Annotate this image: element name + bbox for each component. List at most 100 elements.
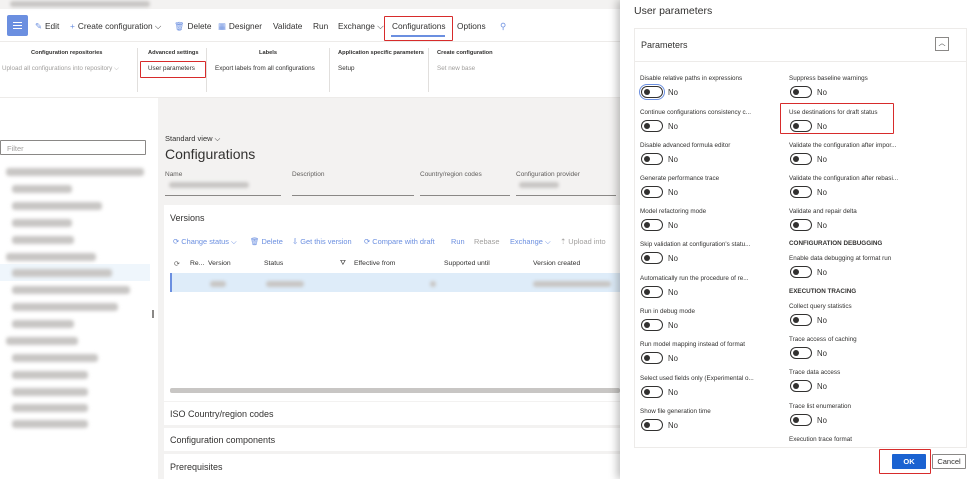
versions-header[interactable]: Versions — [170, 213, 205, 223]
tab-configurations[interactable]: Configurations — [392, 21, 446, 31]
validate-button[interactable]: Validate — [273, 21, 302, 31]
trace-access-of-caching-toggle[interactable] — [790, 347, 812, 359]
trace-data-access-toggle[interactable] — [790, 380, 812, 392]
tree-item[interactable] — [12, 404, 88, 412]
create-configuration-button[interactable]: + Create configuration ⌵ — [70, 21, 161, 32]
iso-country-region-codes-header[interactable]: ISO Country/region codes — [170, 409, 274, 419]
column-header-effective-from[interactable]: Effective from — [354, 260, 395, 267]
ribbon-group-header: Application specific parameters — [338, 50, 424, 56]
ok-button[interactable]: OK — [892, 454, 926, 469]
trace-list-enumeration-toggle[interactable] — [790, 414, 812, 426]
tree-item[interactable] — [12, 219, 72, 227]
tree-item[interactable] — [12, 202, 102, 210]
run-model-mapping-toggle[interactable] — [641, 352, 663, 364]
versions-run-button[interactable]: Run — [451, 237, 465, 246]
tree-item[interactable] — [12, 286, 130, 294]
tree-item[interactable] — [12, 185, 72, 193]
run-button[interactable]: Run — [313, 21, 328, 31]
toggle-value: No — [668, 88, 678, 97]
standard-view-selector[interactable]: Standard view ⌵ — [165, 134, 220, 144]
suppress-baseline-warnings-toggle[interactable] — [790, 86, 812, 98]
column-header-version[interactable]: Version — [208, 260, 231, 267]
show-file-generation-time-toggle[interactable] — [641, 419, 663, 431]
chevron-up-icon[interactable]: ︿ — [935, 37, 949, 51]
export-labels-button[interactable]: Export labels from all configurations — [215, 65, 315, 72]
use-destinations-for-draft-status-toggle[interactable] — [790, 120, 812, 132]
param-label: Collect query statistics — [789, 303, 852, 310]
tree-item[interactable] — [12, 354, 98, 362]
configuration-provider-underline[interactable] — [516, 195, 616, 196]
column-header-supported-until[interactable]: Supported until — [444, 260, 490, 267]
toggle-value: No — [668, 155, 678, 164]
parameters-header[interactable]: Parameters — [641, 40, 688, 50]
upload-into-button[interactable]: ⇡ Upload into — [560, 237, 606, 246]
versions-delete-button[interactable]: 🗑 Delete — [250, 237, 283, 246]
skip-validation-toggle[interactable] — [641, 252, 663, 264]
change-status-button[interactable]: ⟳ Change status ⌵ — [173, 237, 237, 247]
configuration-components-header[interactable]: Configuration components — [170, 435, 275, 445]
search-icon[interactable]: ⚲ — [500, 21, 506, 31]
country-region-codes-underline[interactable] — [420, 195, 510, 196]
filter-input[interactable]: Filter — [0, 140, 146, 155]
enable-data-debugging-toggle[interactable] — [790, 266, 812, 278]
column-header-status[interactable]: Status — [264, 260, 283, 267]
filter-column-icon[interactable]: ⛛ — [340, 260, 346, 268]
tree-item[interactable] — [12, 269, 112, 277]
continue-consistency-toggle[interactable] — [641, 120, 663, 132]
compare-with-draft-label: Compare with draft — [372, 237, 435, 246]
column-header-version-created[interactable]: Version created — [533, 260, 580, 267]
upload-all-configurations-button[interactable]: Upload all configurations into repositor… — [2, 65, 119, 73]
tree-item[interactable] — [12, 236, 74, 244]
name-field-underline[interactable] — [165, 195, 281, 196]
hamburger-menu-icon[interactable] — [7, 15, 28, 36]
disable-relative-paths-toggle[interactable] — [639, 84, 665, 100]
tab-options[interactable]: Options — [457, 21, 486, 31]
refresh-grid-icon[interactable]: ⟳ — [174, 260, 180, 268]
param-label: Suppress baseline warnings — [789, 75, 868, 82]
tree-item[interactable] — [6, 253, 96, 261]
rebase-button[interactable]: Rebase — [474, 237, 499, 246]
validate-after-rebase-toggle[interactable] — [790, 186, 812, 198]
select-used-fields-toggle[interactable] — [641, 386, 663, 398]
tree-item[interactable] — [12, 303, 118, 311]
horizontal-scrollbar[interactable] — [170, 388, 620, 393]
tree-item[interactable] — [12, 388, 88, 396]
designer-button[interactable]: ▦ Designer — [218, 21, 262, 31]
version-created-cell — [533, 281, 611, 287]
disable-advanced-formula-editor-toggle[interactable] — [641, 153, 663, 165]
setup-button[interactable]: Setup — [338, 65, 354, 72]
validate-and-repair-delta-toggle[interactable] — [790, 219, 812, 231]
prerequisites-header[interactable]: Prerequisites — [170, 462, 223, 472]
cancel-button[interactable]: Cancel — [932, 454, 966, 469]
collect-query-statistics-toggle[interactable] — [790, 314, 812, 326]
exchange-button[interactable]: Exchange ⌵ — [338, 21, 384, 32]
param-label: Validate the configuration after impor..… — [789, 142, 897, 149]
tree-item[interactable] — [6, 168, 144, 176]
param-label: Select used fields only (Experimental o.… — [640, 375, 754, 382]
tree-item[interactable] — [12, 320, 74, 328]
get-this-version-button[interactable]: ⇩ Get this version — [292, 237, 352, 246]
compare-with-draft-button[interactable]: ⟳ Compare with draft — [364, 237, 435, 246]
edit-button[interactable]: ✎ Edit — [35, 21, 59, 31]
tree-item[interactable] — [12, 420, 88, 428]
param-label: Generate performance trace — [640, 175, 720, 182]
toggle-value: No — [817, 122, 827, 131]
user-parameters-button[interactable]: User parameters — [148, 65, 195, 72]
auto-run-procedure-toggle[interactable] — [641, 286, 663, 298]
description-field-underline[interactable] — [292, 195, 414, 196]
standard-view-label: Standard view — [165, 134, 213, 143]
pane-splitter-handle[interactable] — [152, 310, 154, 318]
tree-item[interactable] — [6, 337, 78, 345]
pencil-icon: ✎ — [35, 21, 42, 31]
validate-after-import-toggle[interactable] — [790, 153, 812, 165]
model-refactoring-mode-toggle[interactable] — [641, 219, 663, 231]
versions-exchange-button[interactable]: Exchange ⌵ — [510, 237, 551, 247]
param-label: Run model mapping instead of format — [640, 341, 746, 348]
generate-performance-trace-toggle[interactable] — [641, 186, 663, 198]
run-in-debug-mode-toggle[interactable] — [641, 319, 663, 331]
tree-item[interactable] — [12, 371, 88, 379]
set-new-base-button[interactable]: Set new base — [437, 65, 475, 72]
column-header-re[interactable]: Re... — [190, 260, 204, 267]
delete-button[interactable]: 🗑 Delete — [174, 21, 212, 32]
param-label: Disable advanced formula editor — [640, 142, 731, 149]
